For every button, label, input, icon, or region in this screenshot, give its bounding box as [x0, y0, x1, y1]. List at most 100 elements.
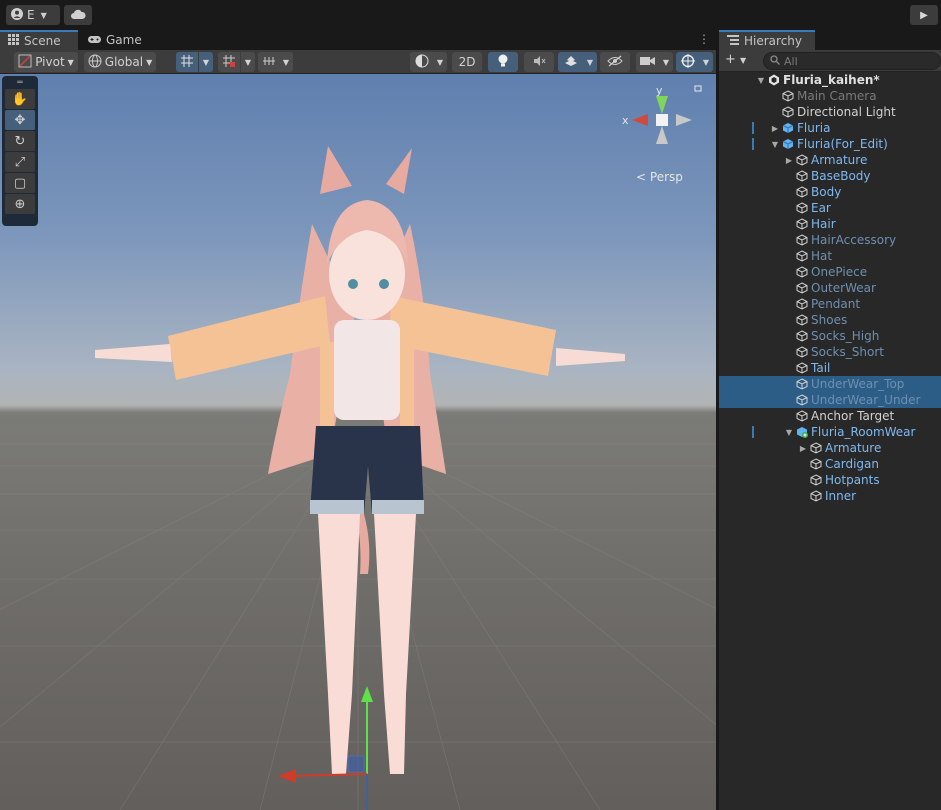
cloud-icon: [70, 8, 86, 22]
hierarchy-item[interactable]: ▶ Armature: [719, 440, 941, 456]
expand-down-icon[interactable]: ▼: [755, 76, 767, 85]
hierarchy-item[interactable]: Tail: [719, 360, 941, 376]
lighting-toggle[interactable]: [488, 52, 518, 72]
hidden-objects-toggle[interactable]: [600, 52, 630, 72]
increment-snap-dropdown[interactable]: ▼: [279, 52, 293, 72]
grid-snap-dropdown[interactable]: ▼: [199, 52, 213, 72]
expand-right-icon[interactable]: ▶: [797, 444, 809, 453]
hierarchy-item-label: Tail: [811, 361, 831, 375]
hierarchy-item-label: Armature: [825, 441, 882, 455]
gameobject-icon: [795, 377, 809, 391]
hierarchy-search-input[interactable]: All: [763, 52, 941, 70]
rotate-tool-button[interactable]: ↻: [5, 131, 35, 151]
tab-game[interactable]: Game: [80, 30, 146, 50]
hierarchy-item-label: Cardigan: [825, 457, 879, 471]
hand-tool-button[interactable]: ✋: [5, 89, 35, 109]
account-icon: [11, 7, 23, 23]
hierarchy-item[interactable]: Socks_High: [719, 328, 941, 344]
hierarchy-item[interactable]: Pendant: [719, 296, 941, 312]
hierarchy-item[interactable]: HairAccessory: [719, 232, 941, 248]
hierarchy-item-label: Fluria_kaihen*: [783, 73, 880, 87]
hierarchy-item[interactable]: Anchor Target: [719, 408, 941, 424]
hierarchy-item[interactable]: ▶ Armature: [719, 152, 941, 168]
hierarchy-item[interactable]: ▼ Fluria_kaihen*: [719, 72, 941, 88]
hierarchy-toolbar: + ▼ All: [719, 50, 941, 72]
rect-tool-button[interactable]: ▢: [5, 173, 35, 193]
grid-snap-icon: [180, 54, 194, 71]
gizmos-toggle[interactable]: [676, 52, 700, 72]
hierarchy-item[interactable]: Body: [719, 184, 941, 200]
gameobject-icon: [795, 345, 809, 359]
palette-grip-icon[interactable]: ═: [5, 78, 35, 88]
expand-down-icon[interactable]: ▼: [769, 140, 781, 149]
grid-snap-button[interactable]: [176, 52, 198, 72]
expand-down-icon[interactable]: ▼: [783, 428, 795, 437]
play-button[interactable]: ▶: [910, 5, 938, 25]
transform-tool-button[interactable]: ⊕: [5, 194, 35, 214]
move-arrows-icon: ✥: [14, 112, 26, 128]
hierarchy-item[interactable]: Inner: [719, 488, 941, 504]
effects-dropdown[interactable]: ▼: [583, 52, 597, 72]
hierarchy-item[interactable]: ▶ Fluria: [719, 120, 941, 136]
hierarchy-item[interactable]: Shoes: [719, 312, 941, 328]
play-icon: ▶: [920, 9, 928, 21]
global-dropdown[interactable]: Global ▼: [84, 52, 156, 72]
hierarchy-item[interactable]: Ear: [719, 200, 941, 216]
gameobject-icon: [781, 89, 795, 103]
search-icon: [770, 54, 780, 68]
hierarchy-item-label: Shoes: [811, 313, 848, 327]
kebab-icon[interactable]: ⋮: [698, 32, 710, 46]
gamepad-icon: [88, 33, 101, 47]
expand-right-icon[interactable]: ▶: [783, 156, 795, 165]
pivot-dropdown[interactable]: Pivot ▼: [14, 52, 78, 72]
camera-settings-dropdown[interactable]: ▼: [659, 52, 673, 72]
chevron-down-icon: ▼: [67, 57, 74, 67]
expand-right-icon[interactable]: ▶: [769, 124, 781, 133]
hierarchy-item[interactable]: BaseBody: [719, 168, 941, 184]
gizmos-dropdown[interactable]: ▼: [699, 52, 713, 72]
account-dropdown[interactable]: E ▼: [6, 5, 60, 25]
hierarchy-item[interactable]: ▼ Fluria_RoomWear: [719, 424, 941, 440]
audio-toggle[interactable]: [524, 52, 554, 72]
hierarchy-item[interactable]: Hotpants: [719, 472, 941, 488]
scene-viewport[interactable]: ═ ✋ ✥ ↻ ⤢ ▢ ⊕ y x < Persp: [0, 74, 716, 810]
hierarchy-item-label: Pendant: [811, 297, 861, 311]
scale-icon: ⤢: [14, 154, 26, 170]
add-object-button[interactable]: + ▼: [725, 52, 746, 67]
grid-visibility-dropdown[interactable]: ▼: [241, 52, 255, 72]
hand-icon: ✋: [11, 91, 29, 107]
scale-tool-button[interactable]: ⤢: [5, 152, 35, 172]
cloud-button[interactable]: [64, 5, 92, 25]
hierarchy-item[interactable]: Directional Light: [719, 104, 941, 120]
tab-hierarchy[interactable]: Hierarchy: [719, 30, 815, 50]
hierarchy-item[interactable]: OnePiece: [719, 264, 941, 280]
eye-slash-icon: [607, 55, 623, 70]
hierarchy-item[interactable]: Cardigan: [719, 456, 941, 472]
hierarchy-panel: Hierarchy + ▼ All ▼ Fluria_kaihen* Main Ca…: [718, 30, 941, 810]
hierarchy-item[interactable]: ▼ Fluria(For_Edit): [719, 136, 941, 152]
grid-visibility-button[interactable]: [218, 52, 240, 72]
hierarchy-item[interactable]: Socks_Short: [719, 344, 941, 360]
effects-toggle[interactable]: [558, 52, 584, 72]
mode-2d-button[interactable]: 2D: [452, 52, 482, 72]
hierarchy-item-label: Inner: [825, 489, 857, 503]
hierarchy-item[interactable]: UnderWear_Under: [719, 392, 941, 408]
shading-mode-button[interactable]: [410, 52, 434, 72]
projection-toggle[interactable]: < Persp: [636, 170, 683, 184]
hierarchy-item[interactable]: Hair: [719, 216, 941, 232]
hierarchy-item[interactable]: OuterWear: [719, 280, 941, 296]
move-tool-button[interactable]: ✥: [5, 110, 35, 130]
rotate-icon: ↻: [14, 133, 26, 149]
shading-mode-dropdown[interactable]: ▼: [433, 52, 447, 72]
camera-settings-button[interactable]: [636, 52, 660, 72]
plus-icon: +: [725, 52, 736, 67]
hierarchy-item[interactable]: UnderWear_Top: [719, 376, 941, 392]
increment-snap-icon: [262, 54, 276, 71]
increment-snap-button[interactable]: [258, 52, 280, 72]
hierarchy-tabstrip: Hierarchy: [719, 30, 941, 50]
hierarchy-item-label: Hair: [811, 217, 836, 231]
globe-icon: [88, 54, 102, 71]
hierarchy-item[interactable]: Hat: [719, 248, 941, 264]
hierarchy-item[interactable]: Main Camera: [719, 88, 941, 104]
tab-scene[interactable]: Scene: [0, 30, 78, 50]
